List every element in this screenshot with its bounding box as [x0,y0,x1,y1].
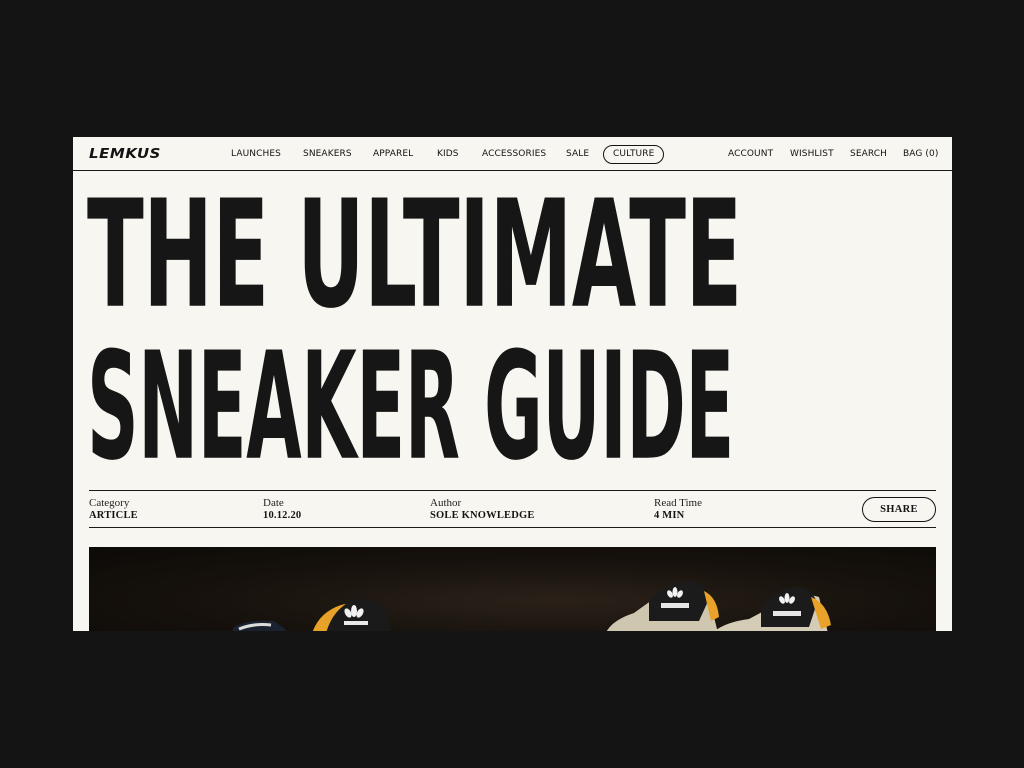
meta-read-time-label: Read Time [654,497,702,509]
nav-item-sale[interactable]: SALE [566,149,589,159]
meta-date-value: 10.12.20 [263,510,302,521]
meta-category-label: Category [89,497,130,509]
nav-item-accessories[interactable]: ACCESSORIES [482,149,546,159]
nav-item-launches[interactable]: LAUNCHES [231,149,281,159]
nav-item-kids[interactable]: KIDS [437,149,459,159]
article-meta-bar: Category ARTICLE Date 10.12.20 Author SO… [89,490,936,528]
article-title-line-1: THE ULTIMATE [87,169,742,342]
sneaker-right-beige [606,581,831,631]
meta-author: Author SOLE KNOWLEDGE [430,497,535,521]
hero-image [89,547,936,631]
meta-date-label: Date [263,497,284,509]
meta-author-value: SOLE KNOWLEDGE [430,510,535,521]
nav-item-search[interactable]: SEARCH [850,149,887,159]
share-button[interactable]: SHARE [862,497,936,522]
meta-date: Date 10.12.20 [263,497,301,521]
article-title-line-2: SNEAKER GUIDE [87,321,734,494]
nav-item-sneakers[interactable]: SNEAKERS [303,149,352,159]
nav-item-apparel[interactable]: APPAREL [373,149,413,159]
brand-logo[interactable]: LEMKUS [89,147,161,162]
nav-item-wishlist[interactable]: WISHLIST [790,149,834,159]
nav-item-account[interactable]: ACCOUNT [728,149,773,159]
nav-item-culture-active[interactable]: CULTURE [603,145,665,164]
meta-author-label: Author [430,497,462,509]
sneaker-left-dark [232,620,286,631]
top-navigation: LEMKUS LAUNCHES SNEAKERS APPAREL KIDS AC… [73,137,952,171]
meta-read-time: Read Time 4 MIN [654,497,702,521]
sneaker-left-tongue [312,599,392,631]
meta-read-time-value: 4 MIN [654,510,685,521]
browser-viewport: LEMKUS LAUNCHES SNEAKERS APPAREL KIDS AC… [73,137,952,631]
nav-item-bag[interactable]: BAG (0) [903,149,938,159]
sneakers-photo [232,581,831,631]
meta-category: Category ARTICLE [89,497,138,521]
meta-category-value: ARTICLE [89,510,138,521]
